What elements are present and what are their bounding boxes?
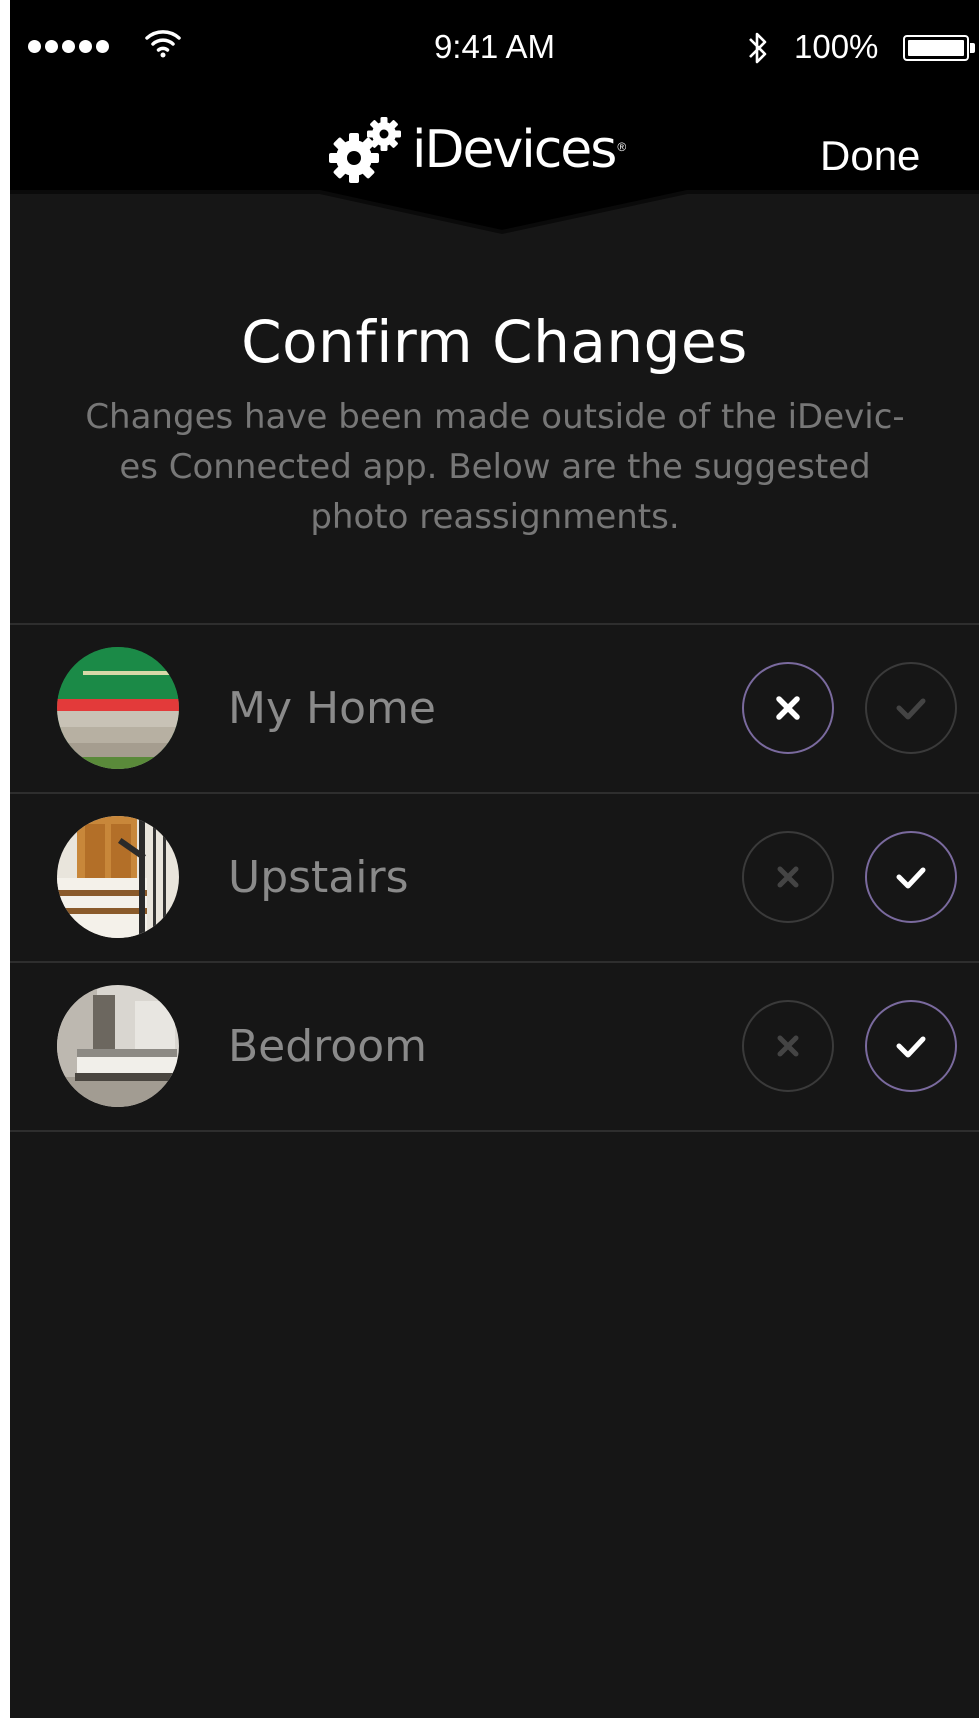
app-screen: 9:41 AM 100% iDevices ® Done Confirm Cha…: [10, 0, 979, 1718]
page-title: Confirm Changes: [241, 308, 748, 376]
room-photo-bedroom: [57, 985, 179, 1107]
gears-icon: [329, 117, 401, 183]
room-name: My Home: [228, 683, 436, 734]
battery-icon: [903, 35, 975, 61]
done-button[interactable]: Done: [820, 132, 920, 180]
accept-button[interactable]: [865, 831, 957, 923]
room-name: Upstairs: [228, 852, 409, 903]
brand-logo: iDevices ®: [328, 110, 626, 190]
navigation-bar: iDevices ® Done: [10, 80, 979, 260]
battery-percentage: 100%: [794, 28, 879, 65]
checkmark-icon: [896, 1036, 926, 1058]
subtitle-line: es Connected app. Below are the suggeste…: [119, 447, 871, 487]
room-photo-upstairs: [57, 816, 179, 938]
checkmark-icon: [896, 867, 926, 889]
accept-button[interactable]: [865, 662, 957, 754]
list-item-bedroom: Bedroom: [10, 961, 979, 1132]
accept-button[interactable]: [865, 1000, 957, 1092]
room-photo-my-home: [57, 647, 179, 769]
status-bar: 9:41 AM 100%: [10, 0, 979, 80]
bluetooth-icon: [749, 32, 767, 64]
page-subtitle: Changes have been made outside of the iD…: [65, 392, 925, 542]
registered-mark: ®: [617, 140, 627, 154]
reject-button[interactable]: [742, 662, 834, 754]
reject-button[interactable]: [742, 1000, 834, 1092]
close-icon: [776, 696, 800, 720]
list-item-upstairs: Upstairs: [10, 792, 979, 961]
checkmark-icon: [896, 698, 926, 720]
reject-button[interactable]: [742, 831, 834, 923]
subtitle-line: photo reassignments.: [310, 497, 680, 537]
close-icon: [777, 1035, 799, 1057]
list-item-my-home: My Home: [10, 623, 979, 792]
subtitle-line: Changes have been made outside of the iD…: [85, 397, 905, 437]
close-icon: [777, 866, 799, 888]
room-name: Bedroom: [228, 1021, 428, 1072]
photo-reassignment-list: My Home Upstairs Bedroom: [10, 623, 979, 1132]
brand-name: iDevices: [412, 120, 617, 180]
